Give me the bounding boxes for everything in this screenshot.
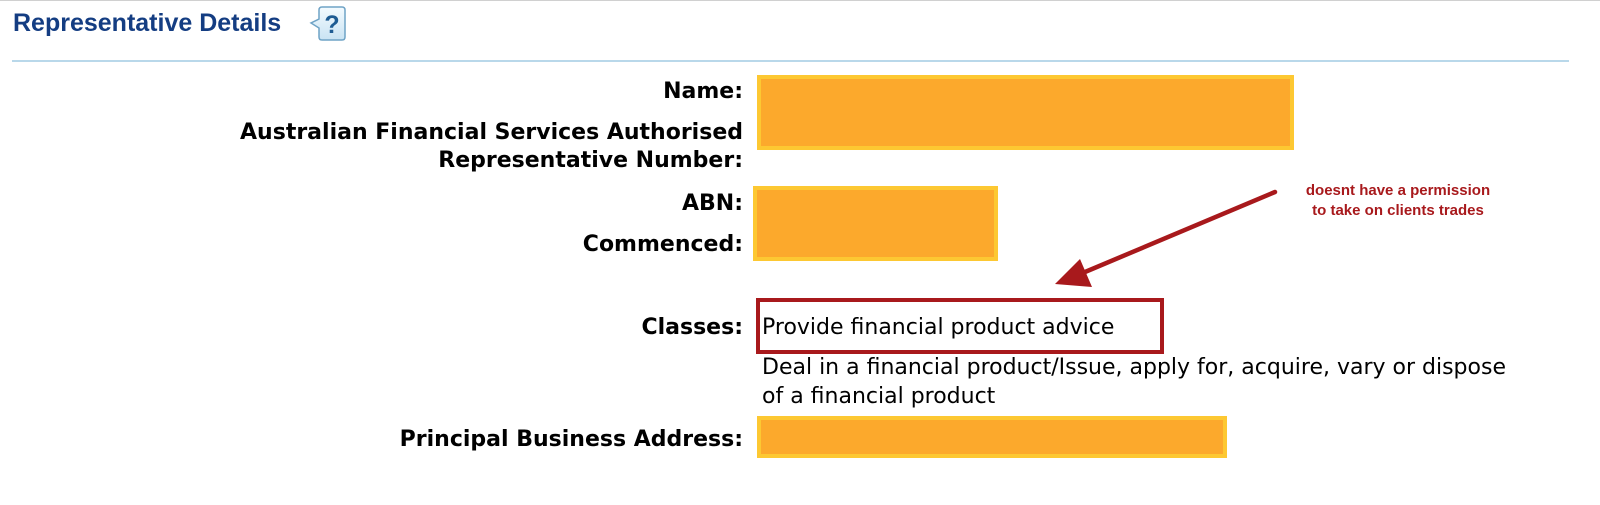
annotation-line2: to take on clients trades <box>1312 202 1484 219</box>
annotation-note: doesnt have a permission to take on clie… <box>1268 181 1528 221</box>
classes-label: Classes: <box>641 315 743 340</box>
redacted-principal-address <box>757 416 1227 458</box>
redacted-abn-and-commenced <box>753 186 998 261</box>
redacted-name-and-afsar-number <box>757 75 1294 150</box>
afsar-label-line1: Australian Financial Services Authorised <box>240 120 743 145</box>
principal-address-label: Principal Business Address: <box>399 427 743 452</box>
afsar-label-line2: Representative Number: <box>438 148 743 173</box>
section-divider <box>12 60 1569 62</box>
abn-label: ABN: <box>681 191 743 216</box>
section-title: Representative Details <box>13 9 282 37</box>
top-border <box>0 0 1600 1</box>
class-item-deal-line2: of a financial product <box>762 384 996 409</box>
help-question-icon[interactable]: ? <box>308 4 348 44</box>
annotation-highlight-box <box>756 298 1164 354</box>
name-label: Name: <box>663 79 743 104</box>
svg-text:?: ? <box>324 11 339 39</box>
class-item-deal-line1: Deal in a financial product/Issue, apply… <box>762 355 1506 380</box>
annotation-line1: doesnt have a permission <box>1305 182 1491 199</box>
commenced-label: Commenced: <box>582 232 743 257</box>
afsar-number-label: Australian Financial Services Authorised… <box>240 119 743 175</box>
